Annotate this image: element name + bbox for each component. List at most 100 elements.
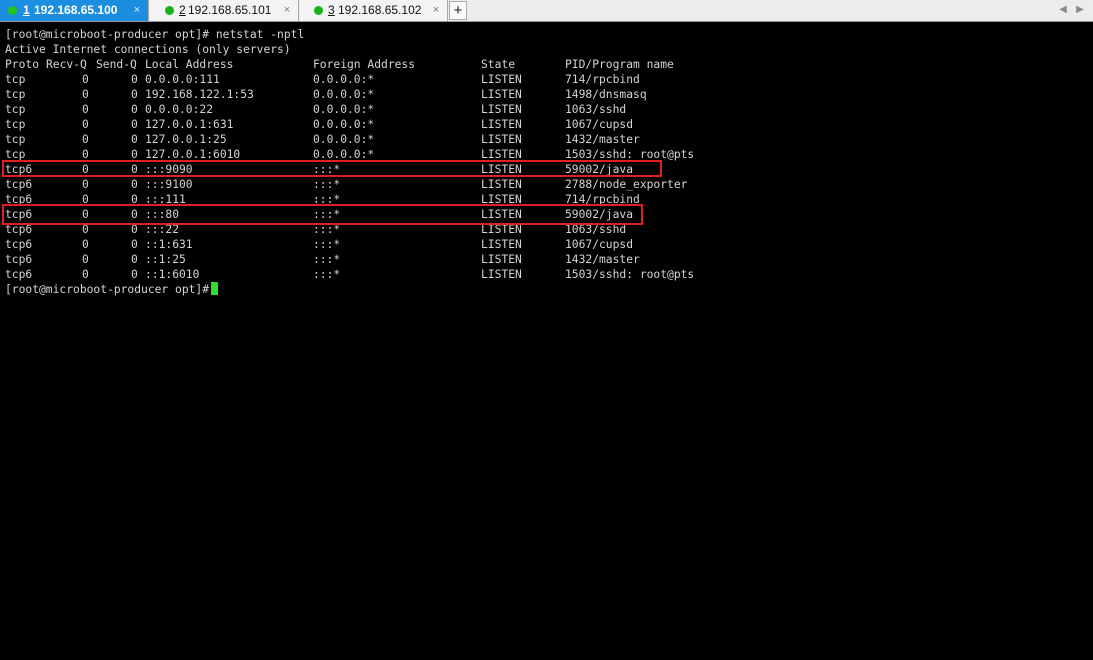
recv-q-cell: 0 xyxy=(82,73,89,86)
foreign-address-cell: 0.0.0.0:* xyxy=(313,103,375,116)
close-tab-icon[interactable]: × xyxy=(131,0,143,21)
header-foreign-address: Foreign Address xyxy=(313,58,416,71)
connection-status-icon xyxy=(314,6,323,15)
pid-program-cell: 714/rpcbind xyxy=(565,73,640,86)
command-line: [root@microboot-producer opt]# netstat -… xyxy=(5,28,305,41)
local-address-cell: 127.0.0.1:631 xyxy=(145,118,234,131)
recv-q-cell: 0 xyxy=(82,238,89,251)
pid-program-cell: 2788/node_exporter xyxy=(565,178,688,191)
pid-program-cell: 1498/dnsmasq xyxy=(565,88,647,101)
proto-cell: tcp xyxy=(5,88,26,101)
send-q-cell: 0 xyxy=(131,253,138,266)
send-q-cell: 0 xyxy=(131,178,138,191)
header-proto: Proto xyxy=(5,58,40,71)
foreign-address-cell: 0.0.0.0:* xyxy=(313,88,375,101)
send-q-cell: 0 xyxy=(131,268,138,281)
state-cell: LISTEN xyxy=(481,178,522,191)
foreign-address-cell: :::* xyxy=(313,178,341,191)
recv-q-cell: 0 xyxy=(82,88,89,101)
table-row: tcp6 0 0::1:6010:::* LISTEN 1503/sshd: root@… xyxy=(5,267,1005,282)
session-tab-3[interactable]: 3 192.168.65.102 × xyxy=(300,0,448,21)
local-address-cell: :::9100 xyxy=(145,178,193,191)
foreign-address-cell: 0.0.0.0:* xyxy=(313,133,375,146)
header-state: State xyxy=(481,58,516,71)
text-cursor xyxy=(211,282,219,295)
pid-program-cell: 1067/cupsd xyxy=(565,118,634,131)
close-tab-icon[interactable]: × xyxy=(281,0,293,21)
connection-status-icon xyxy=(8,6,17,15)
send-q-cell: 0 xyxy=(131,133,138,146)
recv-q-cell: 0 xyxy=(82,253,89,266)
pid-program-cell: 1503/sshd: root@pts xyxy=(565,268,695,281)
highlight-box-port-80 xyxy=(2,204,643,225)
table-header: Proto Recv-Q Send-Q Local Address Foreig… xyxy=(5,57,1005,72)
scroll-tabs-right-icon[interactable]: ▶ xyxy=(1073,3,1087,17)
local-address-cell: ::1:25 xyxy=(145,253,186,266)
state-cell: LISTEN xyxy=(481,88,522,101)
pid-program-cell: 1067/cupsd xyxy=(565,238,634,251)
new-tab-button[interactable]: + xyxy=(449,1,467,20)
header-local-address: Local Address xyxy=(145,58,234,71)
table-row: tcp 0 0 127.0.0.1:25 0.0.0.0:* LISTEN 1432/mas… xyxy=(5,132,1005,147)
tab-host-label: 192.168.65.102 xyxy=(338,3,422,17)
tab-number: 2 xyxy=(179,3,186,17)
tab-number: 3 xyxy=(328,3,335,17)
proto-cell: tcp xyxy=(5,73,26,86)
proto-cell: tcp xyxy=(5,103,26,116)
pid-program-cell: 1063/sshd xyxy=(565,103,627,116)
state-cell: LISTEN xyxy=(481,133,522,146)
terminal-output[interactable]: [root@microboot-producer opt]# netstat -… xyxy=(0,22,1093,660)
local-address-cell: 0.0.0.0:111 xyxy=(145,73,220,86)
proto-cell: tcp6 xyxy=(5,238,33,251)
state-cell: LISTEN xyxy=(481,253,522,266)
prompt-text: [root@microboot-producer opt]# xyxy=(5,283,210,296)
send-q-cell: 0 xyxy=(131,238,138,251)
state-cell: LISTEN xyxy=(481,238,522,251)
state-cell: LISTEN xyxy=(481,268,522,281)
foreign-address-cell: 0.0.0.0:* xyxy=(313,118,375,131)
foreign-address-cell: 0.0.0.0:* xyxy=(313,73,375,86)
recv-q-cell: 0 xyxy=(82,103,89,116)
header-pid-program: PID/Program name xyxy=(565,58,674,71)
table-row: tcp6 0 0::1:25:::* LISTEN 1432/master xyxy=(5,252,1005,267)
header-recv-q: Recv-Q xyxy=(46,58,87,71)
proto-cell: tcp xyxy=(5,133,26,146)
local-address-cell: 127.0.0.1:25 xyxy=(145,133,227,146)
table-row: tcp 0 0 192.168.122.1:53 0.0.0.0:* LISTEN 1498… xyxy=(5,87,1005,102)
table-row: tcp 0 0 0.0.0.0:22 0.0.0.0:* LISTEN 1063/sshd xyxy=(5,102,1005,117)
foreign-address-cell: :::* xyxy=(313,268,341,281)
tab-number: 1 xyxy=(23,3,30,17)
proto-cell: tcp xyxy=(5,118,26,131)
local-address-cell: ::1:631 xyxy=(145,238,193,251)
proto-cell: tcp6 xyxy=(5,253,33,266)
table-row: tcp 0 0 0.0.0.0:111 0.0.0.0:* LISTEN 714/rpcbi… xyxy=(5,72,1005,87)
scroll-tabs-left-icon[interactable]: ◀ xyxy=(1056,3,1070,17)
session-tab-2[interactable]: 2 192.168.65.101 × xyxy=(150,0,299,21)
highlight-box-port-9090 xyxy=(2,160,662,177)
state-cell: LISTEN xyxy=(481,103,522,116)
netstat-info-line: Active Internet connections (only server… xyxy=(5,43,291,56)
state-cell: LISTEN xyxy=(481,118,522,131)
recv-q-cell: 0 xyxy=(82,118,89,131)
foreign-address-cell: :::* xyxy=(313,253,341,266)
close-tab-icon[interactable]: × xyxy=(430,0,442,21)
shell-prompt[interactable]: [root@microboot-producer opt]# xyxy=(5,282,219,297)
foreign-address-cell: :::* xyxy=(313,238,341,251)
session-tab-1[interactable]: 1 192.168.65.100 × xyxy=(0,0,149,21)
recv-q-cell: 0 xyxy=(82,268,89,281)
send-q-cell: 0 xyxy=(131,88,138,101)
header-send-q: Send-Q xyxy=(96,58,137,71)
connection-status-icon xyxy=(165,6,174,15)
tab-host-label: 192.168.65.100 xyxy=(34,3,118,17)
recv-q-cell: 0 xyxy=(82,178,89,191)
tab-host-label: 192.168.65.101 xyxy=(188,3,272,17)
local-address-cell: 0.0.0.0:22 xyxy=(145,103,214,116)
table-row: tcp 0 0 127.0.0.1:631 0.0.0.0:* LISTEN 1067/cu… xyxy=(5,117,1005,132)
send-q-cell: 0 xyxy=(131,103,138,116)
send-q-cell: 0 xyxy=(131,73,138,86)
local-address-cell: 192.168.122.1:53 xyxy=(145,88,254,101)
proto-cell: tcp6 xyxy=(5,178,33,191)
pid-program-cell: 1432/master xyxy=(565,133,640,146)
table-row: tcp6 0 0:::9100:::* LISTEN 2788/node_exporte… xyxy=(5,177,1005,192)
pid-program-cell: 1432/master xyxy=(565,253,640,266)
